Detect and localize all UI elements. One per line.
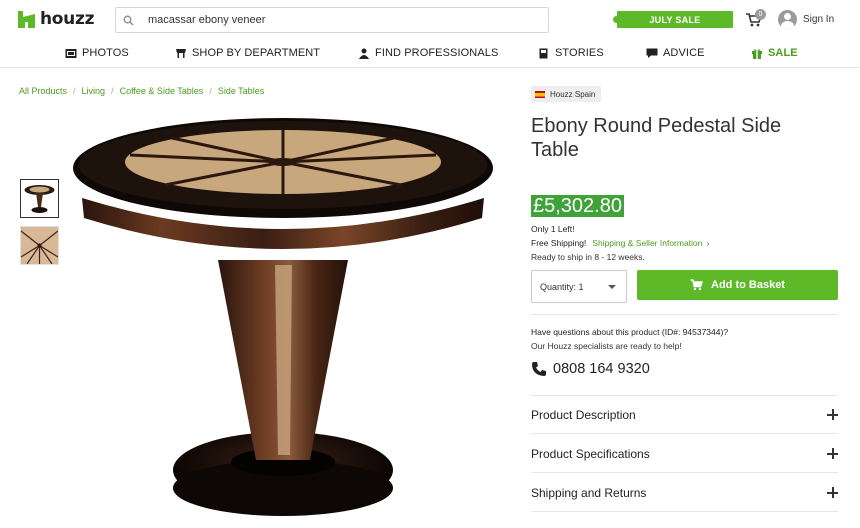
phone-icon [532, 362, 546, 376]
quantity-select[interactable]: Quantity: 1 [531, 270, 627, 303]
july-sale-button[interactable]: JULY SALE [613, 11, 733, 28]
add-to-basket-label: Add to Basket [711, 279, 785, 291]
accordion-label: Product Specifications [531, 446, 650, 461]
product-thumbnail-2[interactable] [20, 226, 59, 265]
product-title: Ebony Round Pedestal Side Table [531, 115, 782, 161]
chevron-right-icon: › [706, 238, 710, 248]
phone-number[interactable]: 0808 164 9320 [531, 361, 650, 377]
search-icon [116, 15, 140, 26]
accordion-product-description[interactable]: Product Description [531, 396, 838, 434]
avatar-icon [778, 10, 797, 29]
nav-item-sale[interactable]: SALE [751, 47, 798, 59]
nav-item-professionals[interactable]: FIND PROFESSIONALS [358, 47, 498, 59]
shipping-link-label: Shipping & Seller Information [592, 238, 703, 248]
nav-item-stories[interactable]: STORIES [538, 47, 604, 59]
product-main-image[interactable] [70, 110, 510, 528]
specialists-text: Our Houzz specialists are ready to help! [531, 341, 682, 351]
shipping-seller-info-link[interactable]: Shipping & Seller Information › [592, 238, 709, 248]
nav-item-shop[interactable]: SHOP BY DEPARTMENT [175, 47, 320, 59]
search-input[interactable] [140, 14, 548, 26]
nav-label: SALE [768, 47, 798, 59]
breadcrumb: All Products / Living / Coffee & Side Ta… [19, 86, 264, 96]
plus-icon [827, 448, 838, 459]
breadcrumb-separator: / [73, 86, 76, 96]
photos-icon [65, 48, 77, 58]
accordion-product-specifications[interactable]: Product Specifications [531, 435, 838, 473]
seller-name: Houzz Spain [550, 89, 596, 99]
gift-icon [752, 48, 762, 59]
cart-icon [690, 279, 704, 291]
breadcrumb-link[interactable]: Side Tables [218, 86, 264, 96]
shop-icon [176, 48, 186, 58]
divider [531, 314, 838, 315]
houzz-logo-icon [18, 10, 35, 28]
spain-flag-icon [535, 90, 545, 98]
nav-item-advice[interactable]: ADVICE [646, 47, 705, 59]
cart-count-badge: 0 [755, 9, 766, 20]
phone-number-text: 0808 164 9320 [553, 361, 650, 377]
product-thumbnail-1[interactable] [20, 179, 59, 218]
nav-label: PHOTOS [82, 47, 129, 59]
breadcrumb-separator: / [111, 86, 114, 96]
plus-icon [827, 487, 838, 498]
professionals-icon [359, 48, 369, 59]
accordion-shipping-returns[interactable]: Shipping and Returns [531, 474, 838, 512]
questions-text: Have questions about this product (ID#: … [531, 327, 729, 337]
seller-tag[interactable]: Houzz Spain [531, 86, 602, 102]
logo-text: houzz [40, 9, 95, 29]
free-shipping-label: Free Shipping! [531, 238, 587, 248]
quantity-label: Quantity: 1 [540, 281, 584, 292]
chevron-down-icon [608, 284, 616, 289]
nav-item-photos[interactable]: PHOTOS [65, 47, 129, 59]
nav-label: FIND PROFESSIONALS [375, 47, 499, 59]
thumbnail-table-image [24, 185, 55, 213]
breadcrumb-link[interactable]: Coffee & Side Tables [120, 86, 204, 96]
breadcrumb-link[interactable]: Living [82, 86, 106, 96]
ready-to-ship: Ready to ship in 8 - 12 weeks. [531, 252, 645, 262]
nav-label: ADVICE [663, 47, 705, 59]
add-to-basket-button[interactable]: Add to Basket [637, 270, 838, 300]
sign-in-label: Sign In [803, 14, 835, 25]
thumbnail-top-detail-image [21, 227, 58, 264]
top-bar: houzz JULY SALE 0 Sign In [0, 0, 860, 38]
accordion-label: Product Description [531, 407, 636, 422]
breadcrumb-separator: / [209, 86, 212, 96]
breadcrumb-link[interactable]: All Products [19, 86, 67, 96]
plus-icon [827, 409, 838, 420]
shipping-info: Free Shipping! Shipping & Seller Informa… [531, 238, 710, 248]
sign-in-link[interactable]: Sign In [778, 10, 834, 29]
nav-label: STORIES [555, 47, 604, 59]
product-price: £5,302.80 [531, 195, 624, 217]
search-bar[interactable] [115, 7, 549, 33]
stock-status: Only 1 Left! [531, 224, 575, 234]
nav-label: SHOP BY DEPARTMENT [192, 47, 321, 59]
stories-icon [539, 48, 548, 58]
accordion-label: Shipping and Returns [531, 485, 647, 500]
advice-icon [646, 48, 658, 58]
main-nav: PHOTOS SHOP BY DEPARTMENT FIND PROFESSIO… [0, 38, 860, 68]
houzz-logo[interactable]: houzz [18, 9, 94, 29]
